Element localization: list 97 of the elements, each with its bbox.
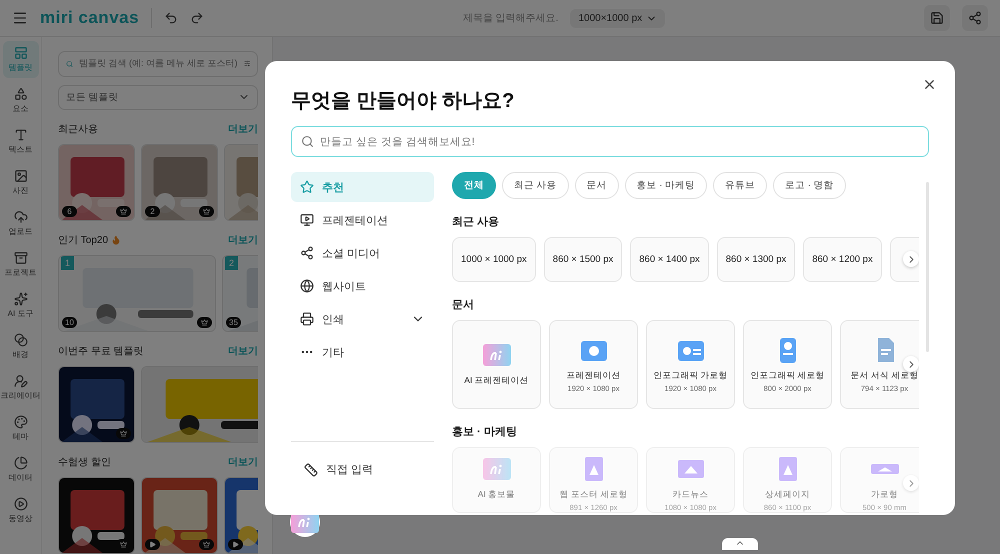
play-badge xyxy=(145,539,160,550)
section-title: 이번주 무료 템플릿 xyxy=(58,345,144,358)
archive-icon xyxy=(14,251,28,265)
chart-icon xyxy=(14,456,28,470)
template-thumbnail[interactable]: 2 35 xyxy=(222,255,258,332)
size-card[interactable]: 860 × 1300 px xyxy=(716,237,796,282)
template-thumbnail[interactable]: 6 xyxy=(58,144,135,221)
rail-item[interactable]: 데이터 xyxy=(2,451,38,488)
rail-item[interactable]: 크리에이터 xyxy=(2,369,38,406)
filter-chip[interactable]: 최근 사용 xyxy=(502,172,569,199)
person-icon xyxy=(14,374,28,388)
menu-icon[interactable] xyxy=(12,10,28,26)
crown-badge xyxy=(199,206,214,217)
custom-size-button[interactable]: 직접 입력 xyxy=(291,441,434,485)
rail-item[interactable]: 사진 xyxy=(2,164,38,201)
size-card[interactable]: 1000 × 1000 px xyxy=(452,237,536,282)
category-item[interactable]: 소셜 미디어 xyxy=(291,238,434,268)
close-button[interactable] xyxy=(922,77,937,92)
image-icon xyxy=(14,169,28,183)
undo-icon[interactable] xyxy=(164,11,178,25)
crown-badge xyxy=(197,317,212,328)
page-count-badge: 35 xyxy=(226,317,241,328)
flame-icon xyxy=(111,235,122,245)
shapes-icon xyxy=(14,87,28,101)
format-card[interactable]: AI 프레젠테이션 xyxy=(452,320,541,409)
filter-chip[interactable]: 전체 xyxy=(452,172,496,199)
palette-icon xyxy=(14,415,28,429)
category-item[interactable]: 추천 xyxy=(291,172,434,202)
share-button[interactable] xyxy=(962,5,988,31)
presentation-icon xyxy=(300,213,314,227)
search-field[interactable]: 템플릿 검색 (예: 여름 메뉴 세로 포스터) xyxy=(58,51,258,76)
category-item[interactable]: 기타 xyxy=(291,337,434,367)
next-button[interactable] xyxy=(903,475,919,491)
logo: miri canvas xyxy=(40,8,152,28)
category-item[interactable]: 프레젠테이션 xyxy=(291,205,434,235)
play-badge xyxy=(228,539,243,550)
rail-item[interactable]: 테마 xyxy=(2,410,38,447)
collapse-tab[interactable] xyxy=(722,538,758,550)
page-count-badge: 2 xyxy=(145,206,160,217)
size-card[interactable]: 860 × 1400 px xyxy=(630,237,709,282)
category-item[interactable]: 웹사이트 xyxy=(291,271,434,301)
title-field[interactable]: 제목을 입력해주세요. xyxy=(462,11,558,25)
close-icon xyxy=(922,77,937,92)
save-icon xyxy=(930,11,944,25)
template-thumbnail[interactable]: 1 10 xyxy=(58,255,216,332)
section-title: 수험생 할인 xyxy=(58,456,111,469)
crown-badge xyxy=(116,428,131,439)
rail-item[interactable]: 동영상 xyxy=(2,492,38,529)
rail-item[interactable]: 요소 xyxy=(2,82,38,119)
share-icon xyxy=(968,11,982,25)
page-count-badge: 10 xyxy=(62,317,77,328)
format-card[interactable]: AI 홍보물 xyxy=(452,447,541,513)
play-icon xyxy=(14,497,28,511)
rail-item[interactable]: 업로드 xyxy=(2,205,38,242)
star-icon xyxy=(300,180,314,194)
layout-icon xyxy=(14,46,28,60)
pattern-icon xyxy=(14,333,28,347)
size-dropdown[interactable]: 1000×1000 px xyxy=(570,8,666,28)
size-card[interactable]: 860 × 1200 px xyxy=(803,237,882,282)
ruler-icon xyxy=(304,462,318,476)
section-title: 최근 사용 xyxy=(452,215,500,229)
save-button[interactable] xyxy=(924,5,950,31)
dialog-title: 무엇을 만들어야 하나요? xyxy=(291,89,516,114)
crown-badge xyxy=(116,206,131,217)
rail-item[interactable]: 프로젝트 xyxy=(2,246,38,283)
rail-item[interactable]: AI 도구 xyxy=(2,287,38,324)
browser-icon xyxy=(300,279,314,293)
rail-item[interactable]: 텍스트 xyxy=(2,123,38,160)
page-count-badge: 6 xyxy=(62,206,77,217)
filter-chip[interactable]: 로고 · 명함 xyxy=(773,172,846,199)
filter-chip[interactable]: 홍보 · 마케팅 xyxy=(624,172,708,199)
ai-icon xyxy=(482,456,512,482)
upload-icon xyxy=(14,210,28,224)
template-thumbnail[interactable]: 2 xyxy=(141,144,218,221)
size-card[interactable]: 860 × 1500 px xyxy=(544,237,622,282)
filter-chip[interactable]: 유튜브 xyxy=(713,172,768,199)
redo-icon[interactable] xyxy=(190,11,204,25)
section-title: 인기 Top20 xyxy=(58,233,122,247)
section-title: 최근사용 xyxy=(58,123,98,136)
crown-badge xyxy=(199,539,214,550)
rank-badge: 1 xyxy=(61,256,74,270)
rank-badge: 2 xyxy=(225,256,238,270)
search-placeholder: 템플릿 검색 (예: 여름 메뉴 세로 포스터) xyxy=(79,57,238,70)
section-title: 홍보 · 마케팅 xyxy=(452,425,518,439)
text-icon xyxy=(14,128,28,142)
search-placeholder: 만들고 싶은 것을 검색해보세요! xyxy=(320,134,475,148)
share-icon xyxy=(300,246,314,260)
sparkle-icon xyxy=(14,292,28,306)
search-icon xyxy=(301,135,314,148)
section-title: 문서 xyxy=(452,298,475,312)
search-field[interactable]: 만들고 싶은 것을 검색해보세요! xyxy=(291,126,929,157)
filter-dropdown[interactable]: 모든 템플릿 xyxy=(58,84,258,110)
category-item[interactable]: 인쇄 xyxy=(291,304,434,334)
filter-chip[interactable]: 문서 xyxy=(574,172,619,199)
printer-icon xyxy=(300,312,314,326)
rail-item[interactable]: 배경 xyxy=(2,328,38,365)
ai-icon xyxy=(482,342,512,368)
